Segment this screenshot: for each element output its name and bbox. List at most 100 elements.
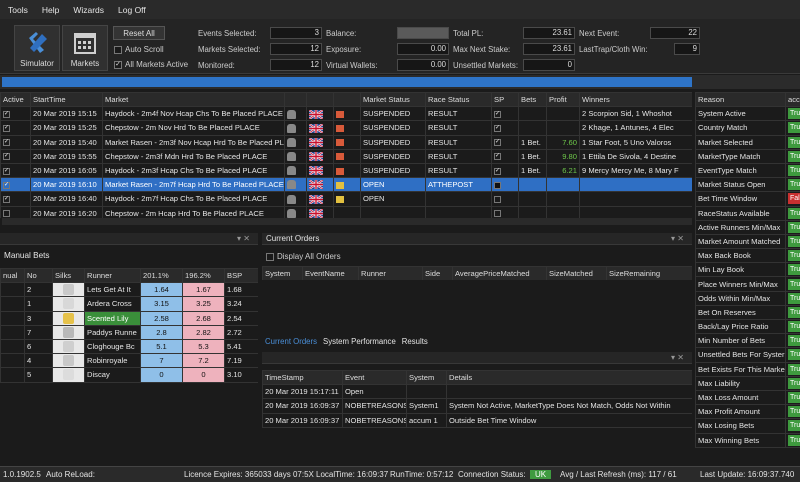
menu-item-log-off[interactable]: Log Off	[118, 5, 146, 15]
lay-price[interactable]: 1.67	[182, 282, 225, 298]
log-ts-cell: 20 Mar 2019 16:09:37	[262, 412, 343, 428]
sp-cell[interactable]: ✓	[491, 162, 519, 179]
active-cell[interactable]: ✓	[0, 148, 31, 164]
sp-checkbox[interactable]: ✓	[494, 139, 501, 147]
panel-controls-icon[interactable]: ▾ ✕	[671, 233, 684, 245]
sp-cell[interactable]: ✓	[491, 134, 519, 150]
sp-cell[interactable]	[491, 205, 519, 218]
manual-cell[interactable]	[0, 324, 25, 340]
tab-current-orders[interactable]: Current Orders	[265, 337, 317, 346]
lay-price[interactable]: 2.68	[182, 310, 225, 326]
runner-row[interactable]: 5 Discay 0 0 3.10	[0, 367, 258, 383]
pin-icon[interactable]: ▾ ✕	[237, 233, 250, 245]
runner-row[interactable]: 4 Robinroyale 7 7.2 7.19	[0, 353, 258, 369]
active-checkbox[interactable]: ✓	[3, 110, 10, 118]
manual-cell[interactable]	[0, 367, 25, 383]
back-price[interactable]: 7	[140, 353, 183, 369]
markets-horizontal-scrollbar[interactable]	[2, 218, 692, 225]
manual-cell[interactable]	[0, 353, 25, 369]
active-cell[interactable]: ✓	[0, 162, 31, 179]
lay-price[interactable]: 3.25	[182, 296, 225, 312]
log-row[interactable]: 20 Mar 2019 15:17:11 Open	[262, 384, 692, 400]
display-all-orders-checkbox[interactable]: Display All Orders	[266, 252, 341, 261]
sp-cell[interactable]: ✓	[491, 120, 519, 136]
runner-row[interactable]: 2 Lets Get At It 1.64 1.67 1.68	[0, 282, 258, 298]
auto-scroll-checkbox[interactable]: Auto Scroll	[114, 45, 164, 54]
active-checkbox[interactable]: ✓	[3, 195, 10, 203]
active-cell[interactable]: ✓	[0, 134, 31, 150]
active-cell[interactable]	[0, 205, 31, 218]
market-status-cell: SUSPENDED	[360, 162, 426, 179]
manual-cell[interactable]	[0, 296, 25, 312]
exposure-value: 0.00	[397, 43, 449, 55]
simulator-button[interactable]: Simulator	[14, 25, 60, 71]
menu-item-help[interactable]: Help	[42, 5, 59, 15]
panel-controls-icon[interactable]: ▾ ✕	[671, 352, 684, 364]
manual-cell[interactable]	[0, 310, 25, 326]
active-cell[interactable]: ✓	[0, 177, 31, 193]
lay-price[interactable]: 5.3	[182, 338, 225, 355]
active-cell[interactable]: ✓	[0, 106, 31, 122]
active-checkbox[interactable]: ✓	[3, 181, 10, 189]
all-markets-active-checkbox[interactable]: ✓ All Markets Active	[114, 60, 188, 69]
runner-row[interactable]: 1 Ardera Cross 3.15 3.25 3.24	[0, 296, 258, 312]
menu-item-wizards[interactable]: Wizards	[73, 5, 104, 15]
log-row[interactable]: 20 Mar 2019 16:09:37 NOBETREASONS System1 S…	[262, 398, 692, 414]
table-row[interactable]: 20 Mar 2019 16:20 Chepstow - 2m Hcap Hrd …	[0, 205, 692, 218]
tab-results[interactable]: Results	[402, 337, 428, 346]
table-row[interactable]: ✓ 20 Mar 2019 16:05 Haydock - 2m3f Hcap Ch…	[0, 162, 692, 179]
menu-item-tools[interactable]: Tools	[8, 5, 28, 15]
back-price[interactable]: 5.1	[140, 338, 183, 355]
sp-checkbox[interactable]	[494, 181, 501, 189]
log-row[interactable]: 20 Mar 2019 16:09:37 NOBETREASONS accum 1O…	[262, 412, 692, 428]
back-price[interactable]: 3.15	[140, 296, 183, 312]
runner-row[interactable]: 6 Cloghouge Bc 5.1 5.3 5.41	[0, 338, 258, 355]
manual-cell[interactable]	[0, 338, 25, 355]
lay-price[interactable]: 7.2	[182, 353, 225, 369]
log-ts-cell: 20 Mar 2019 16:09:37	[262, 398, 343, 414]
active-checkbox[interactable]	[3, 210, 10, 218]
markets-button[interactable]: Markets	[62, 25, 108, 71]
back-price[interactable]: 0	[140, 367, 183, 383]
market-status-cell: SUSPENDED	[360, 134, 426, 150]
active-cell[interactable]: ✓	[0, 191, 31, 207]
back-price[interactable]: 1.64	[140, 282, 183, 298]
active-checkbox[interactable]: ✓	[3, 167, 10, 175]
reason-name: RaceStatus Available	[695, 205, 786, 221]
table-row[interactable]: ✓ 20 Mar 2019 15:55 Chepstow - 2m3f Mdn Hr…	[0, 148, 692, 164]
runner-row[interactable]: 3 Scented Lily 2.58 2.68 2.54	[0, 310, 258, 326]
lay-price[interactable]: 0	[182, 367, 225, 383]
table-row[interactable]: ✓ 20 Mar 2019 15:25 Chepstow - 2m Nov Hrd …	[0, 120, 692, 136]
table-row[interactable]: ✓ 20 Mar 2019 16:10 Market Rasen - 2m7f Hc…	[0, 177, 692, 193]
active-cell[interactable]: ✓	[0, 120, 31, 136]
table-row[interactable]: ✓ 20 Mar 2019 15:15 Haydock - 2m4f Nov Hca…	[0, 106, 692, 122]
active-checkbox[interactable]: ✓	[3, 139, 10, 147]
virtual-wallets-stat: Virtual Wallets:	[326, 59, 378, 71]
sp-cell[interactable]: ✓	[491, 148, 519, 164]
sp-checkbox[interactable]: ✓	[494, 167, 501, 175]
sp-checkbox[interactable]: ✓	[494, 124, 501, 132]
manual-cell[interactable]	[0, 282, 25, 298]
virtual-wallets-value: 0.00	[397, 59, 449, 71]
sp-checkbox[interactable]	[494, 195, 501, 203]
active-checkbox[interactable]: ✓	[3, 124, 10, 132]
uk-flag-icon	[309, 137, 323, 147]
column-header: BSP	[224, 268, 258, 284]
table-row[interactable]: ✓ 20 Mar 2019 16:40 Haydock - 2m7f Hcap Ch…	[0, 191, 692, 207]
sp-checkbox[interactable]: ✓	[494, 153, 501, 161]
back-price[interactable]: 2.58	[140, 310, 183, 326]
reset-all-button[interactable]: Reset All	[113, 26, 165, 40]
uk-flag-icon	[309, 208, 323, 218]
all-markets-active-label: All Markets Active	[125, 60, 189, 69]
sp-checkbox[interactable]	[494, 210, 501, 218]
sp-checkbox[interactable]: ✓	[494, 110, 501, 118]
lay-price[interactable]: 2.82	[182, 324, 225, 340]
sp-cell[interactable]	[491, 191, 519, 207]
sp-cell[interactable]	[491, 177, 519, 193]
runner-row[interactable]: 7 Paddys Runne 2.8 2.82 2.72	[0, 324, 258, 340]
sp-cell[interactable]: ✓	[491, 106, 519, 122]
active-checkbox[interactable]: ✓	[3, 153, 10, 161]
tab-system-performance[interactable]: System Performance	[323, 337, 396, 346]
back-price[interactable]: 2.8	[140, 324, 183, 340]
table-row[interactable]: ✓ 20 Mar 2019 15:40 Market Rasen - 2m3f No…	[0, 134, 692, 150]
